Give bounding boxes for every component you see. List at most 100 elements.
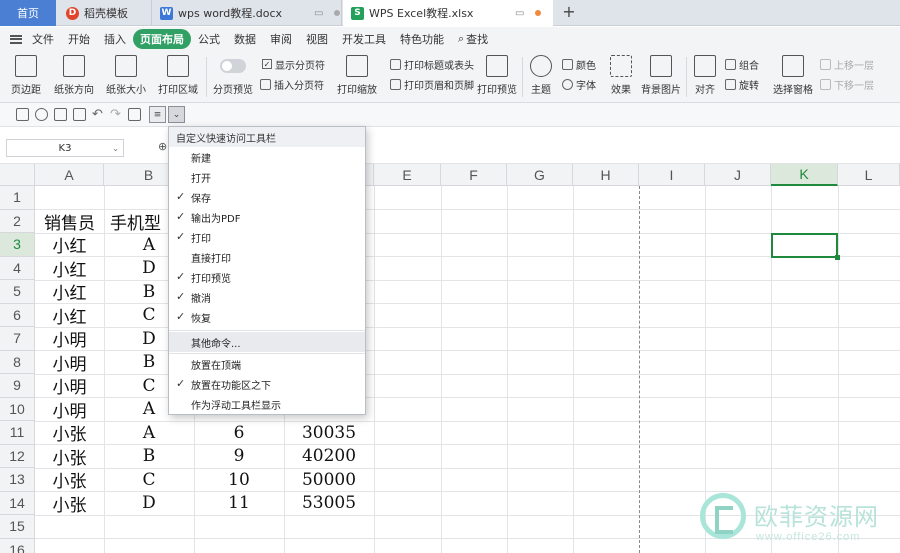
row-header[interactable]: 15 bbox=[0, 515, 35, 539]
column-header[interactable]: E bbox=[374, 164, 441, 186]
close-dot-icon[interactable] bbox=[334, 10, 340, 16]
page-break-preview-button[interactable]: 分页预览 bbox=[211, 51, 255, 96]
tab-word-doc[interactable]: W wps word教程.docx ▭ bbox=[152, 0, 342, 26]
print-zoom-button[interactable]: 打印缩放 bbox=[334, 51, 380, 96]
zoom-icon[interactable]: ⊕ bbox=[158, 140, 167, 153]
hamburger-icon[interactable] bbox=[10, 34, 22, 44]
save-icon[interactable] bbox=[16, 108, 29, 121]
data-cell[interactable]: 小红 bbox=[35, 304, 104, 328]
column-header[interactable]: H bbox=[573, 164, 639, 186]
select-all-corner[interactable] bbox=[0, 164, 35, 186]
print-preview-button[interactable]: 打印预览 bbox=[476, 51, 518, 96]
fonts-button[interactable]: 字体 bbox=[562, 76, 596, 92]
data-cell[interactable]: 11 bbox=[194, 492, 284, 516]
menu-special[interactable]: 特色功能 bbox=[393, 29, 451, 49]
menu-item-place-below-ribbon[interactable]: ✓ 放置在功能区之下 bbox=[169, 374, 365, 394]
menu-view[interactable]: 视图 bbox=[299, 29, 335, 49]
align-icon[interactable]: ≡ bbox=[149, 106, 166, 123]
menu-item-open[interactable]: 打开 bbox=[169, 167, 365, 187]
menu-review[interactable]: 审阅 bbox=[263, 29, 299, 49]
menu-item-more-commands[interactable]: 其他命令... bbox=[169, 332, 365, 352]
row-header[interactable]: 8 bbox=[0, 350, 35, 374]
unsaved-dot-icon[interactable] bbox=[535, 10, 541, 16]
align-button[interactable]: 对齐 bbox=[690, 51, 720, 96]
data-cell[interactable]: 小红 bbox=[35, 280, 104, 304]
margins-button[interactable]: 页边距 bbox=[6, 51, 46, 96]
menu-developer[interactable]: 开发工具 bbox=[335, 29, 393, 49]
print-area-button[interactable]: 打印区域 bbox=[154, 51, 202, 96]
data-cell[interactable]: 小张 bbox=[35, 445, 104, 469]
data-cell[interactable]: 53005 bbox=[284, 492, 374, 516]
column-header[interactable]: I bbox=[639, 164, 705, 186]
header-footer-button[interactable]: 打印页眉和页脚 bbox=[390, 76, 474, 92]
menu-start[interactable]: 开始 bbox=[61, 29, 97, 49]
row-header[interactable]: 13 bbox=[0, 468, 35, 492]
data-cell[interactable]: 小明 bbox=[35, 327, 104, 351]
row-header[interactable]: 12 bbox=[0, 444, 35, 468]
column-header[interactable]: F bbox=[441, 164, 507, 186]
data-cell[interactable]: 6 bbox=[194, 421, 284, 445]
paper-size-button[interactable]: 纸张大小 bbox=[102, 51, 150, 96]
export-pdf-icon[interactable] bbox=[35, 108, 48, 121]
undo-icon[interactable]: ↶ bbox=[92, 108, 105, 121]
row-header[interactable]: 14 bbox=[0, 491, 35, 515]
column-header[interactable]: J bbox=[705, 164, 771, 186]
row-header[interactable]: 9 bbox=[0, 374, 35, 398]
tab-home[interactable]: 首页 bbox=[0, 0, 56, 26]
group-button[interactable]: 组合 bbox=[725, 56, 759, 72]
effects-button[interactable]: 效果 bbox=[606, 51, 636, 96]
menu-item-floating-toolbar[interactable]: 作为浮动工具栏显示 bbox=[169, 394, 365, 414]
data-cell[interactable]: B bbox=[104, 445, 194, 469]
column-header-selected[interactable]: K bbox=[771, 164, 838, 186]
tab-excel-doc[interactable]: S WPS Excel教程.xlsx ▭ bbox=[343, 0, 553, 26]
row-header[interactable]: 1 bbox=[0, 186, 35, 210]
customize-dropdown-icon[interactable]: ⌄ bbox=[168, 106, 185, 123]
menu-item-direct-print[interactable]: 直接打印 bbox=[169, 247, 365, 267]
row-header[interactable]: 16 bbox=[0, 538, 35, 553]
data-cell[interactable]: 小红 bbox=[35, 233, 104, 257]
menu-item-redo[interactable]: ✓ 恢复 bbox=[169, 307, 365, 327]
print-titles-button[interactable]: 打印标题或表头 bbox=[390, 56, 474, 72]
menu-item-save[interactable]: ✓ 保存 bbox=[169, 187, 365, 207]
data-cell[interactable]: 40200 bbox=[284, 445, 374, 469]
column-header[interactable]: A bbox=[35, 164, 104, 186]
data-cell[interactable]: 小明 bbox=[35, 351, 104, 375]
menu-item-export-pdf[interactable]: ✓ 输出为PDF bbox=[169, 207, 365, 227]
data-cell[interactable]: 小明 bbox=[35, 398, 104, 422]
insert-page-break-button[interactable]: 插入分页符 bbox=[260, 76, 324, 92]
data-cell[interactable]: 30035 bbox=[284, 421, 374, 445]
menu-search[interactable]: ⌕ 查找 bbox=[451, 29, 495, 49]
borders-icon[interactable] bbox=[128, 108, 141, 121]
bring-forward-button[interactable]: 上移一层 bbox=[820, 56, 874, 72]
menu-item-new[interactable]: 新建 bbox=[169, 147, 365, 167]
column-header[interactable]: G bbox=[507, 164, 573, 186]
row-header-selected[interactable]: 3 bbox=[0, 233, 35, 257]
data-cell[interactable]: D bbox=[104, 492, 194, 516]
column-header[interactable]: L bbox=[838, 164, 900, 186]
data-cell[interactable]: 小张 bbox=[35, 468, 104, 492]
window-icon[interactable]: ▭ bbox=[515, 8, 524, 19]
row-header[interactable]: 7 bbox=[0, 327, 35, 351]
print-preview-icon[interactable] bbox=[73, 108, 86, 121]
header-cell[interactable]: 销售员 bbox=[35, 210, 104, 234]
background-image-button[interactable]: 背景图片 bbox=[640, 51, 682, 96]
data-cell[interactable]: 小明 bbox=[35, 374, 104, 398]
row-header[interactable]: 4 bbox=[0, 256, 35, 280]
theme-button[interactable]: 主题 bbox=[526, 51, 556, 96]
menu-item-place-top[interactable]: 放置在顶端 bbox=[169, 354, 365, 374]
data-cell[interactable]: 50000 bbox=[284, 468, 374, 492]
data-cell[interactable]: 10 bbox=[194, 468, 284, 492]
row-header[interactable]: 5 bbox=[0, 280, 35, 304]
row-header[interactable]: 10 bbox=[0, 397, 35, 421]
data-cell[interactable]: 9 bbox=[194, 445, 284, 469]
active-cell-k3[interactable] bbox=[771, 233, 840, 260]
menu-data[interactable]: 数据 bbox=[227, 29, 263, 49]
send-backward-button[interactable]: 下移一层 bbox=[820, 76, 874, 92]
data-cell[interactable]: 小红 bbox=[35, 257, 104, 281]
menu-page-layout[interactable]: 页面布局 bbox=[133, 29, 191, 49]
row-header[interactable]: 6 bbox=[0, 303, 35, 327]
window-icon[interactable]: ▭ bbox=[314, 8, 323, 19]
colors-button[interactable]: 颜色 bbox=[562, 56, 596, 72]
new-tab-plus-icon[interactable]: + bbox=[560, 3, 578, 21]
redo-icon[interactable]: ↷ bbox=[110, 108, 123, 121]
